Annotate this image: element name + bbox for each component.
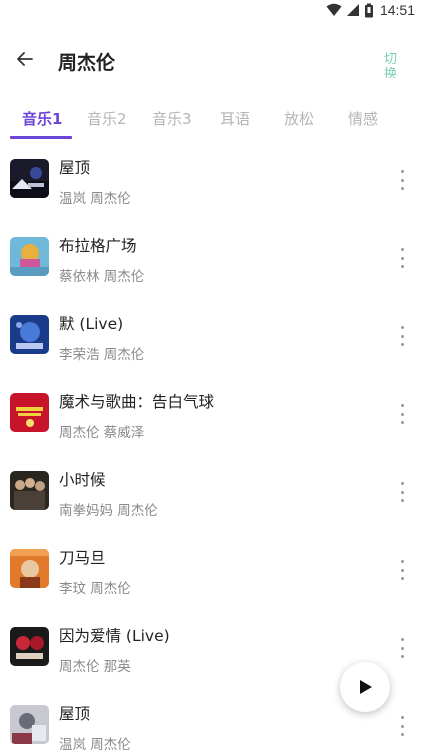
category-tabs: 音乐1 音乐2 音乐3 耳语 放松 情感: [0, 98, 421, 142]
wifi-icon: [326, 3, 342, 16]
album-cover: [10, 315, 49, 354]
more-vertical-icon[interactable]: [395, 638, 409, 658]
song-title: 魔术与歌曲：告白气球: [59, 393, 215, 411]
tab-music-2[interactable]: 音乐2: [87, 108, 127, 129]
tab-music-3[interactable]: 音乐3: [152, 108, 192, 129]
status-icons: 14:51: [326, 0, 415, 20]
song-title: 小时候: [59, 471, 106, 489]
song-title: 布拉格广场: [59, 237, 137, 255]
song-artist: 周杰伦 那英: [59, 659, 131, 675]
list-item[interactable]: 刀马旦 李玟 周杰伦: [0, 532, 421, 610]
more-vertical-icon[interactable]: [395, 560, 409, 580]
song-title: 因为爱情 (Live): [59, 627, 170, 645]
album-cover: [10, 471, 49, 510]
album-cover: [10, 237, 49, 276]
album-cover: [10, 627, 49, 666]
list-item[interactable]: 默 (Live) 李荣浩 周杰伦: [0, 298, 421, 376]
more-vertical-icon[interactable]: [395, 404, 409, 424]
more-vertical-icon[interactable]: [395, 326, 409, 346]
battery-icon: [364, 3, 373, 17]
album-cover: [10, 549, 49, 588]
more-vertical-icon[interactable]: [395, 482, 409, 502]
song-artist: 南拳妈妈 周杰伦: [59, 503, 158, 519]
app-header: 周杰伦 切换: [0, 20, 421, 90]
song-artist: 李玟 周杰伦: [59, 581, 131, 597]
list-item[interactable]: 布拉格广场 蔡依林 周杰伦: [0, 220, 421, 298]
song-artist: 温岚 周杰伦: [59, 737, 131, 753]
song-title: 刀马旦: [59, 549, 106, 567]
signal-icon: [346, 4, 359, 16]
more-vertical-icon[interactable]: [395, 716, 409, 736]
song-artist: 周杰伦 蔡威泽: [59, 425, 145, 441]
tab-whisper[interactable]: 耳语: [220, 108, 250, 129]
tab-indicator: [10, 136, 72, 139]
page-title: 周杰伦: [58, 52, 116, 74]
play-button[interactable]: [340, 662, 390, 712]
back-button[interactable]: [14, 48, 36, 70]
status-bar: 14:51: [0, 0, 421, 20]
list-item[interactable]: 屋顶 温岚 周杰伦: [0, 142, 421, 220]
album-cover: [10, 159, 49, 198]
list-item[interactable]: 魔术与歌曲：告白气球 周杰伦 蔡威泽: [0, 376, 421, 454]
play-icon: [360, 680, 372, 694]
song-title: 屋顶: [59, 159, 91, 177]
tab-emotion[interactable]: 情感: [348, 108, 378, 129]
switch-button[interactable]: 切换: [384, 52, 402, 78]
song-title: 屋顶: [59, 705, 91, 723]
list-item[interactable]: 小时候 南拳妈妈 周杰伦: [0, 454, 421, 532]
album-cover: [10, 705, 49, 744]
song-artist: 温岚 周杰伦: [59, 191, 131, 207]
more-vertical-icon[interactable]: [395, 170, 409, 190]
song-title: 默 (Live): [59, 315, 124, 333]
more-vertical-icon[interactable]: [395, 248, 409, 268]
arrow-left-icon: [17, 52, 33, 66]
song-artist: 李荣浩 周杰伦: [59, 347, 145, 363]
tab-relax[interactable]: 放松: [284, 108, 314, 129]
status-time: 14:51: [379, 2, 415, 18]
tab-music-1[interactable]: 音乐1: [22, 108, 62, 129]
song-artist: 蔡依林 周杰伦: [59, 269, 145, 285]
album-cover: [10, 393, 49, 432]
